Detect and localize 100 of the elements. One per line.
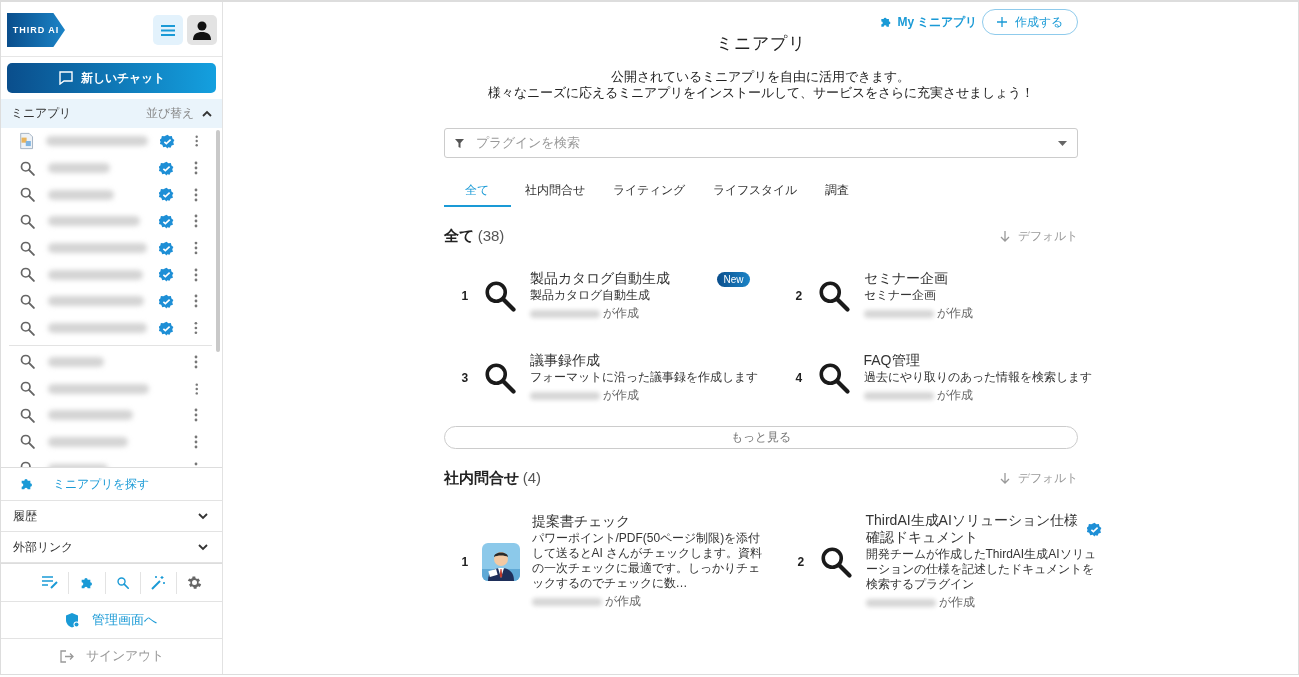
rank-number: 1 [461,554,470,569]
author-label: が作成 [602,305,639,322]
collapsible-header[interactable]: 履歴 [1,501,222,532]
app-description: 過去にやり取りのあった情報を検索します [863,370,1093,385]
more-icon[interactable] [194,187,198,202]
rank-number: 3 [461,371,470,385]
search-icon [116,575,130,590]
more-icon[interactable] [194,241,198,256]
search-icon [19,380,36,398]
more-icon[interactable] [194,214,198,229]
app-card[interactable]: 1 提案書チェック パワーポイント/PDF(50ページ制限)を添付して送るとAI さんがチェックします。資料の一次チェックに最適です。しっかりチェックするのでチェックに数… が作成 [443,502,780,621]
magic-wand-icon [151,575,166,590]
chevron-icon[interactable] [198,512,208,520]
search-icon [19,186,36,204]
collapsible-header[interactable]: 外部リンク [1,532,222,563]
page-description: 公開されているミニアプリを自由に活用できます。 [610,69,911,85]
settings-icon [187,575,202,590]
section-heading: 全て (38) [443,227,505,246]
scrollbar[interactable] [216,130,220,352]
search-icon [19,239,36,257]
sign-out-icon [59,649,74,663]
app-title[interactable]: ThirdAI生成AIソリューション仕様確認ドキュメント [865,512,1083,546]
app-title[interactable]: 提案書チェック [531,513,630,530]
person-icon [192,20,212,40]
more-icon[interactable] [194,381,198,396]
author-label: が作成 [936,305,973,322]
redacted-bar [531,597,602,606]
search-box[interactable]: プラグインを検索 [443,128,1078,158]
more-icon[interactable] [194,354,198,369]
app-card[interactable]: 4 FAQ管理 過去にやり取りのあった情報を検索します が作成 [777,342,1112,414]
author-label: が作成 [602,387,639,404]
app-description: 製品カタログ自動生成 [529,288,651,303]
plus-icon [996,17,1007,27]
filter-icon [454,138,464,148]
redacted-bar [863,309,934,318]
section-header[interactable]: ミニアプリ 並び替え [1,99,222,128]
redacted-bar [863,391,934,400]
search-icon [19,353,36,371]
app-description: パワーポイント/PDF(50ページ制限)を添付して送るとAI さんがチェックします。資料の一次チェックに最適です。しっかりチェックするのでチェックに数… [531,531,764,591]
app-title[interactable]: FAQ管理 [863,352,920,369]
logo: THIRD AI [7,13,65,47]
app-title[interactable]: 議事録作成 [529,352,600,369]
search-icon [19,159,36,177]
chat-icon [58,71,73,85]
redacted-bar [529,391,600,400]
more-icon[interactable] [194,267,198,282]
rank-number: 2 [797,554,806,569]
list-edit-icon [42,576,58,589]
app-description: フォーマットに沿った議事録を作成します [529,370,759,385]
more-icon[interactable] [194,434,198,449]
search-icon [19,406,36,424]
section-title: ミニアプリ [11,105,72,122]
search-icon [19,266,36,284]
app-title[interactable]: セミナー企画 [863,270,948,287]
search-icon [19,319,36,337]
menu-icon [161,24,175,36]
page-title: ミニアプリ [714,33,807,55]
new-badge: New [717,272,750,287]
rank-number: 2 [795,289,804,303]
author-label: が作成 [938,594,975,611]
app-card[interactable]: 1 製品カタログ自動生成 製品カタログ自動生成 が作成 New [443,260,778,332]
account-button[interactable] [187,15,217,45]
category-tab[interactable]: ライティング [598,175,699,207]
more-icon[interactable] [194,408,198,423]
show-more-button[interactable]: もっと見る [443,426,1078,449]
redacted-bar [48,163,110,174]
search-icon [19,212,36,230]
arrow-down-icon [999,473,1010,484]
redacted-bar [48,356,104,367]
app-description: セミナー企画 [863,288,937,303]
search-icon [19,292,36,310]
app-card[interactable]: 3 議事録作成 フォーマットに沿った議事録を作成します が作成 [443,342,778,414]
author-label: が作成 [936,387,973,404]
more-icon[interactable] [194,321,198,336]
more-icon[interactable] [194,134,198,149]
new-chat-button[interactable]: 新しいチャット [7,63,216,93]
rank-number: 4 [795,371,804,385]
more-icon[interactable] [194,294,198,309]
author-label: が作成 [604,593,641,610]
redacted-bar [529,309,600,318]
category-tab[interactable]: 社内問合せ [510,175,599,207]
more-icon[interactable] [194,161,198,176]
shield-icon [66,612,80,628]
search-icon [19,433,36,451]
puzzle-icon [19,476,35,492]
chevron-icon[interactable] [202,110,212,117]
dropdown-icon[interactable] [1057,140,1067,146]
page-description: 様々なニーズに応えるミニアプリをインストールして、サービスをさらに充実させましょう！ [486,85,1035,101]
app-card[interactable]: 2 セミナー企画 セミナー企画 が作成 [777,260,1112,332]
chevron-icon[interactable] [198,543,208,551]
category-tab[interactable]: 調査 [810,175,863,207]
redacted-bar [865,598,936,607]
rank-number: 1 [461,289,470,303]
section-heading: 社内問合せ (4) [443,469,541,488]
redacted-bar [48,189,114,200]
category-tab[interactable]: ライフスタイル [698,175,811,207]
app-description: 開発チームが作成したThirdAI生成AIソリューションの仕様を記述したドキュメントを検索するプラグイン [865,547,1097,592]
app-title[interactable]: 製品カタログ自動生成 [529,270,670,287]
app-card[interactable]: 2 ThirdAI生成AIソリューション仕様確認ドキュメント 開発チームが作成したThirdAI生成AIソリューションの仕様を記述したドキュメントを検索するプラグイン が作成 [779,502,1114,621]
arrow-down-icon [999,231,1010,242]
